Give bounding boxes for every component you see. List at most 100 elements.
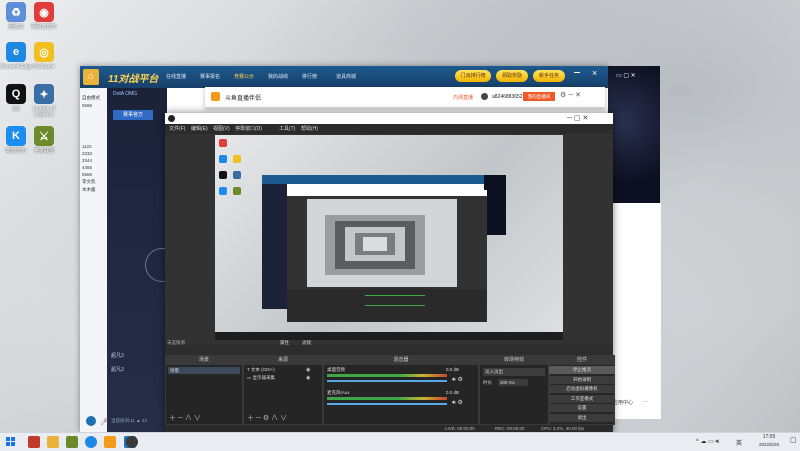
eye-icon[interactable]: ◉ bbox=[306, 367, 310, 373]
nested-icon bbox=[219, 139, 227, 147]
control-button[interactable]: 设置 bbox=[549, 404, 615, 412]
newbie-button[interactable]: 新手任务 bbox=[533, 70, 565, 82]
rec-timer: REC: 00:00:00 bbox=[495, 426, 525, 431]
mixer-dock-title: 混音器 bbox=[324, 356, 478, 365]
volume-slider[interactable] bbox=[327, 380, 447, 382]
window-controls[interactable]: ⚙ ─ ✕ bbox=[560, 91, 581, 99]
control-button[interactable]: 启动虚拟摄像机 bbox=[549, 385, 615, 393]
user-avatar[interactable] bbox=[481, 93, 488, 100]
source-toolbar[interactable]: ＋ ─ ⚙ ∧ ∨ bbox=[247, 413, 287, 423]
eye-icon[interactable]: ◉ bbox=[306, 375, 310, 381]
taskbar-app-icon[interactable] bbox=[28, 436, 40, 448]
obs-menu-item[interactable]: 工具(T) bbox=[279, 125, 295, 132]
speaker-icon[interactable]: 🔊︎ ⚙ bbox=[452, 376, 463, 384]
edge-icon[interactable] bbox=[85, 436, 97, 448]
close-icon[interactable]: × bbox=[592, 68, 597, 78]
sidebar-item[interactable]: 4455 bbox=[80, 164, 107, 171]
game-tab[interactable]: DotA OMG bbox=[113, 91, 137, 97]
sidebar-item[interactable]: 自由模式 bbox=[80, 94, 107, 102]
game-sidebar: 自由模式 5566 1122 2233 3344 4455 5566 李文凯 木木酱 bbox=[80, 88, 108, 432]
sidebar-item[interactable]: 1122 bbox=[80, 143, 107, 150]
mic-icon[interactable]: 🎤︎ bbox=[100, 418, 109, 426]
control-button[interactable]: 开始录制 bbox=[549, 375, 615, 384]
control-button[interactable]: 工作室模式 bbox=[549, 394, 615, 403]
desktop-icon-label: WeGame bbox=[33, 64, 55, 70]
source-item[interactable]: ▭ 显示器采集 bbox=[247, 375, 275, 381]
duration-input[interactable]: 300 ms bbox=[498, 379, 528, 386]
taskbar-app-icon[interactable] bbox=[66, 436, 78, 448]
start-icon[interactable] bbox=[6, 437, 16, 447]
desktop-icon[interactable]: ◎ WeGame bbox=[24, 42, 64, 70]
clock-date[interactable]: 2022/5/28 bbox=[752, 442, 786, 447]
app-icon: ✦ bbox=[34, 84, 54, 104]
control-button[interactable]: 停止推流 bbox=[549, 366, 615, 374]
game-stage: DotA OMG 赛事官方 超凡3 超凡3 当前房间:11 ▲ 24 bbox=[107, 88, 179, 432]
sidebar-item[interactable]: 5566 bbox=[80, 171, 107, 178]
scene-toolbar[interactable]: ＋ ─ ∧ ∨ bbox=[169, 413, 201, 423]
obs-window: ─ ▢ ✕ 文件(F) 编辑(E) 视图(V) 停靠窗口(D) 工具(T) 帮助(H) 未… bbox=[165, 113, 615, 434]
scene-item[interactable]: 场景 bbox=[168, 367, 240, 374]
sidebar-item[interactable]: 3344 bbox=[80, 157, 107, 164]
obs-preview[interactable] bbox=[215, 135, 563, 340]
control-button[interactable]: 退出 bbox=[549, 413, 615, 422]
app-icon: K bbox=[6, 126, 26, 146]
more-link[interactable]: ··· bbox=[643, 399, 648, 405]
tray-icons[interactable]: ^ ☁ ▭ 🔊︎ bbox=[696, 438, 719, 446]
volume-slider[interactable] bbox=[327, 403, 447, 405]
my-room-button[interactable]: 我的直播间 bbox=[523, 92, 555, 101]
minimize-icon[interactable] bbox=[574, 72, 580, 73]
game-nav-item[interactable]: 道具商城 bbox=[336, 73, 356, 80]
game-nav-item[interactable]: 在线直播 bbox=[166, 73, 186, 80]
sidebar-item[interactable]: 木木酱 bbox=[80, 186, 107, 194]
desktop-icon-label: 英雄联盟 bbox=[33, 148, 54, 154]
game-nav-item[interactable]: 排行榜 bbox=[302, 73, 317, 80]
window-controls[interactable]: ─ ▢ ✕ bbox=[567, 114, 588, 122]
taskbar: ^ ☁ ▭ 🔊︎ 英 17:05 2022/5/28 ▢ bbox=[0, 432, 800, 451]
game-nav-item[interactable]: 赛事报名 bbox=[200, 73, 220, 80]
obs-menu-item[interactable]: 视图(V) bbox=[213, 125, 230, 132]
source-item[interactable]: T 文本 (GDI+) bbox=[247, 367, 275, 373]
obs-menu-item[interactable]: 文件(F) bbox=[169, 125, 185, 132]
reward-button[interactable]: 领取奖励 bbox=[496, 70, 528, 82]
nested-icon bbox=[233, 155, 241, 163]
taskbar-app-icon[interactable] bbox=[47, 436, 59, 448]
mixer-track-name: 桌面音频 bbox=[327, 367, 345, 372]
live-timer: LIVE: 00:00:00 bbox=[445, 426, 475, 431]
transition-select[interactable]: 淡入淡出 bbox=[483, 368, 545, 376]
home-icon[interactable]: ⌂ bbox=[83, 69, 99, 85]
desktop-icon[interactable]: ✦ League of Legends bbox=[24, 84, 64, 118]
desktop-icon[interactable]: ⚔ 英雄联盟 bbox=[24, 126, 64, 154]
sources-dock: 来源 T 文本 (GDI+) ▭ 显示器采集 ◉ ◉ ＋ ─ ⚙ ∧ ∨ bbox=[243, 355, 323, 425]
desktop-icon[interactable]: ◉ 网易云音乐 bbox=[24, 2, 64, 30]
obs-icon[interactable] bbox=[126, 436, 138, 448]
scenes-dock-title: 场景 bbox=[166, 356, 242, 365]
clock-time[interactable]: 17:05 bbox=[752, 434, 786, 440]
rank-button[interactable]: 门派排行榜 bbox=[455, 70, 491, 82]
douyu-window: 斗鱼直播伴侣 内测直播 a8246883652 我的直播间 ⚙ ─ ✕ bbox=[205, 87, 605, 108]
desktop-icon-label: League of Legends bbox=[32, 106, 56, 118]
sources-dock-title: 来源 bbox=[244, 356, 322, 365]
obs-menu-item[interactable]: 编辑(E) bbox=[191, 125, 208, 132]
obs-menu-item[interactable]: 停靠窗口(D) bbox=[235, 125, 262, 132]
app-center-link[interactable]: 应用中心 bbox=[613, 399, 633, 406]
duration-label: 时长 bbox=[483, 380, 492, 385]
obs-menu-item[interactable]: 帮助(H) bbox=[301, 125, 318, 132]
app-icon: ◉ bbox=[34, 2, 54, 22]
audio-meter bbox=[327, 374, 447, 377]
avatar[interactable] bbox=[86, 416, 96, 426]
app-icon: ◎ bbox=[34, 42, 54, 62]
douyu-user: a8246883652 bbox=[492, 94, 523, 100]
douyu-icon[interactable] bbox=[104, 436, 116, 448]
ime-indicator[interactable]: 英 bbox=[736, 438, 742, 447]
douyu-live-label: 内测直播 bbox=[453, 95, 474, 101]
sidebar-item[interactable]: 2233 bbox=[80, 150, 107, 157]
speaker-icon[interactable]: 🔊︎ ⚙ bbox=[452, 399, 463, 407]
obs-docks: 场景 场景 ＋ ─ ∧ ∨ 来源 T 文本 (GDI+) ▭ 显示器采集 ◉ ◉… bbox=[165, 345, 615, 434]
sidebar-item[interactable]: 李文凯 bbox=[80, 178, 107, 186]
game-nav-item[interactable]: 我的战绩 bbox=[268, 73, 288, 80]
sidebar-item[interactable]: 5566 bbox=[80, 102, 107, 109]
notification-icon[interactable]: ▢ bbox=[790, 436, 797, 444]
desktop-icon-label: 网易云音乐 bbox=[31, 24, 57, 30]
game-nav-item[interactable]: 竞赛公示 bbox=[234, 73, 254, 80]
window-controls[interactable]: ▭ ▢ ✕ bbox=[616, 72, 636, 79]
